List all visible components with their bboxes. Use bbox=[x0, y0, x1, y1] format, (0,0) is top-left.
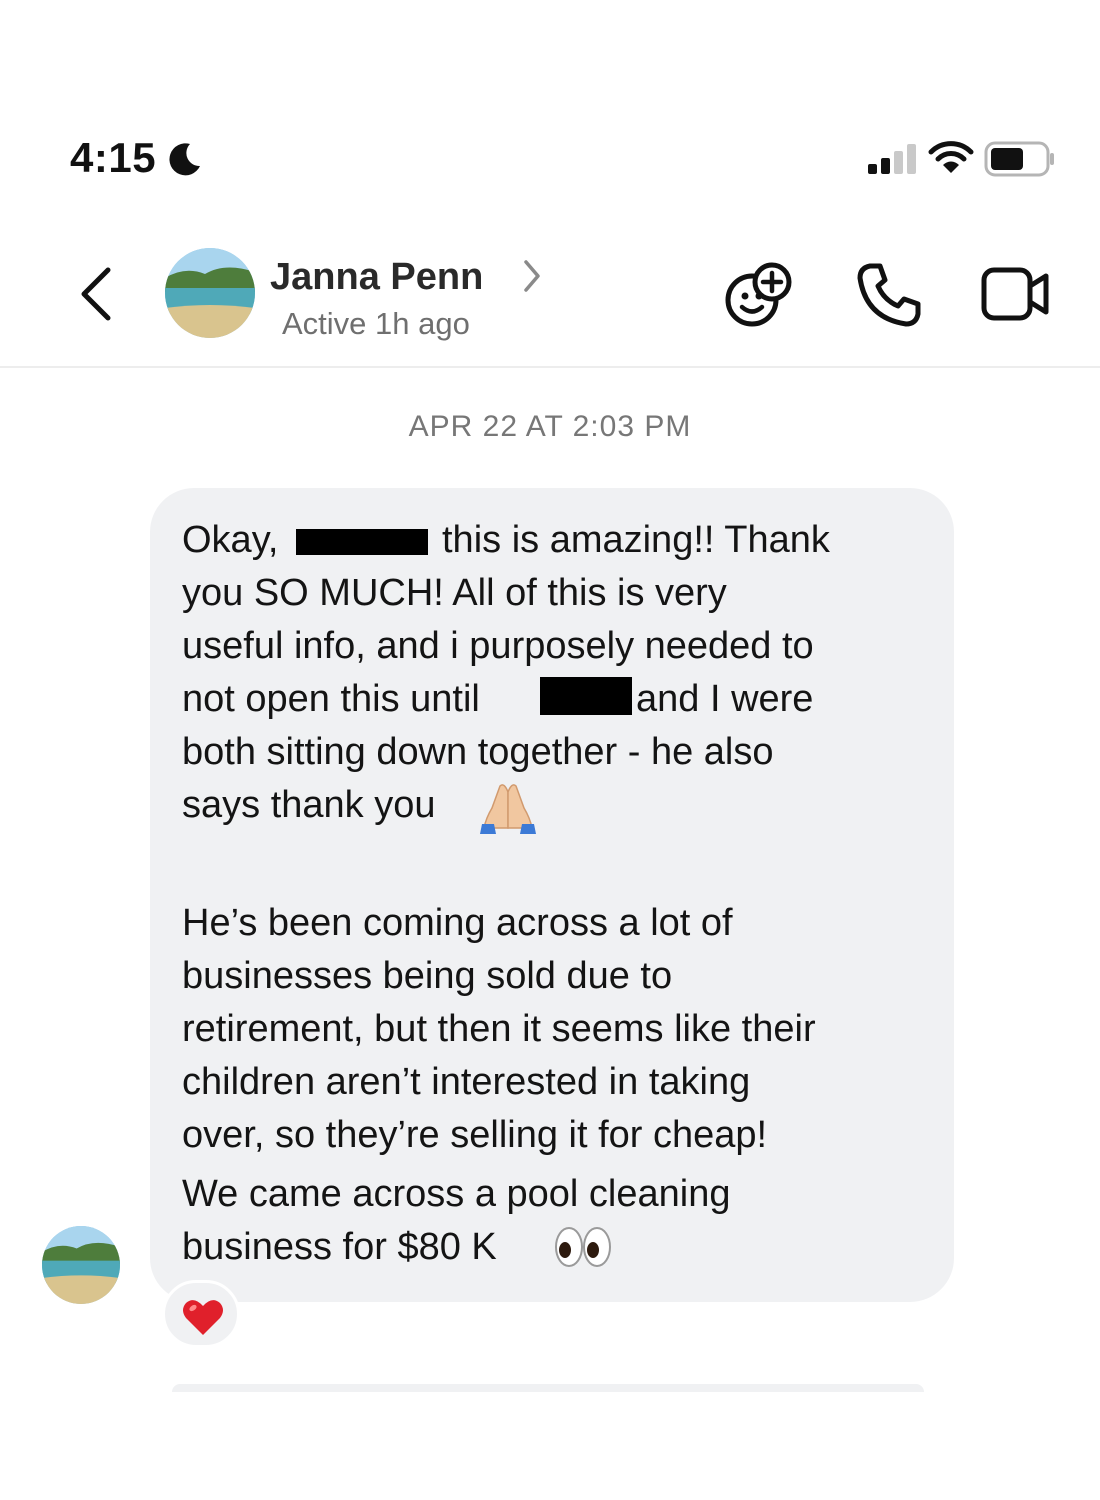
redaction-bar bbox=[296, 529, 428, 555]
message-text-line: businesses being sold due to bbox=[182, 955, 673, 997]
signal-icon bbox=[868, 144, 916, 174]
moon-icon bbox=[169, 143, 200, 176]
next-message-bubble bbox=[172, 1384, 924, 1392]
wifi-icon bbox=[928, 141, 974, 173]
beach-photo-icon bbox=[165, 248, 255, 338]
sender-avatar[interactable] bbox=[42, 1226, 120, 1304]
dm-conversation-screen: 4:15 Janna Penn Active 1h ago APR 22 AT … bbox=[0, 0, 1100, 1500]
contact-avatar[interactable] bbox=[165, 248, 255, 338]
back-icon[interactable] bbox=[74, 264, 118, 324]
phone-icon[interactable] bbox=[854, 260, 924, 330]
message-text-line: not open this until bbox=[182, 678, 480, 720]
chevron-right-icon[interactable] bbox=[518, 256, 546, 296]
status-time: 4:15 bbox=[70, 134, 157, 181]
message-timestamp: APR 22 AT 2:03 PM bbox=[408, 410, 692, 443]
redaction-bar bbox=[540, 677, 632, 715]
active-status: Active 1h ago bbox=[282, 306, 470, 341]
message-text-line: retirement, but then it seems like their bbox=[182, 1008, 816, 1050]
message-text-line: and I were bbox=[636, 678, 814, 720]
folded-hands-emoji bbox=[480, 784, 536, 834]
message-reaction[interactable] bbox=[162, 1280, 240, 1348]
message-text-line: business for $80 K bbox=[182, 1226, 497, 1268]
message-text-line: says thank you bbox=[182, 784, 436, 826]
effects-icon[interactable] bbox=[720, 260, 796, 330]
conversation-header: Janna Penn Active 1h ago bbox=[0, 230, 1100, 368]
battery-icon bbox=[984, 141, 1054, 177]
message-text-line: useful info, and i purposely needed to bbox=[182, 625, 814, 667]
eyes-emoji bbox=[555, 1227, 611, 1267]
video-icon[interactable] bbox=[980, 264, 1052, 324]
contact-name[interactable]: Janna Penn bbox=[270, 256, 483, 299]
message-text-line: He’s been coming across a lot of bbox=[182, 902, 733, 944]
message-text-line: over, so they’re selling it for cheap! bbox=[182, 1114, 768, 1156]
message-text-line: children aren’t interested in taking bbox=[182, 1061, 751, 1103]
message-text-line: you SO MUCH! All of this is very bbox=[182, 572, 727, 614]
message-text-line: both sitting down together - he also bbox=[182, 731, 774, 773]
message-text-line: We came across a pool cleaning bbox=[182, 1173, 731, 1215]
beach-photo-icon bbox=[42, 1226, 120, 1304]
message-text-line: this is amazing!! Thank bbox=[442, 519, 830, 561]
heart-emoji bbox=[183, 1300, 223, 1335]
message-text-line: Okay, bbox=[182, 519, 279, 561]
